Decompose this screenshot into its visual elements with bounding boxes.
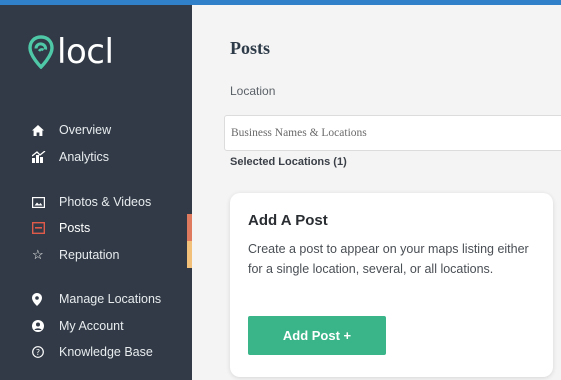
card-description: Create a post to appear on your maps lis… xyxy=(248,242,529,276)
page-title: Posts xyxy=(230,38,270,58)
brand-logo[interactable]: locl xyxy=(28,32,114,72)
sidebar-item-label: Analytics xyxy=(59,150,110,164)
sidebar-item-label: Posts xyxy=(59,221,91,235)
main-content: Posts Location Business Names & Location… xyxy=(192,5,561,380)
home-icon xyxy=(32,124,50,136)
sidebar-item-label: Photos & Videos xyxy=(59,195,152,209)
svg-text:?: ? xyxy=(36,348,40,357)
location-label: Location xyxy=(230,84,276,98)
sidebar: locl Overview Analytics Photos & Videos … xyxy=(0,5,192,380)
add-post-button[interactable]: Add Post + xyxy=(248,316,386,355)
sidebar-item-overview[interactable]: Overview xyxy=(32,123,111,137)
location-pin-icon xyxy=(32,292,50,306)
add-post-card: Add A Post Create a post to appear on yo… xyxy=(230,193,553,377)
sidebar-item-label: Manage Locations xyxy=(59,292,162,306)
sidebar-item-knowledge-base[interactable]: ? Knowledge Base xyxy=(32,345,153,359)
chart-icon xyxy=(32,151,50,163)
sidebar-item-label: Reputation xyxy=(59,248,120,262)
sidebar-item-label: My Account xyxy=(59,319,124,333)
user-icon xyxy=(32,320,50,332)
card-title: Add A Post xyxy=(248,212,328,229)
sidebar-item-reputation[interactable]: ☆ Reputation xyxy=(32,247,119,263)
locl-pin-icon xyxy=(28,35,54,69)
image-icon xyxy=(32,196,50,208)
sidebar-item-my-account[interactable]: My Account xyxy=(32,319,124,333)
star-icon: ☆ xyxy=(32,247,44,262)
location-search-input[interactable]: Business Names & Locations xyxy=(224,115,561,151)
sidebar-item-photos-videos[interactable]: Photos & Videos xyxy=(32,195,151,209)
sidebar-item-label: Knowledge Base xyxy=(59,345,153,359)
post-icon xyxy=(32,222,50,234)
sidebar-item-manage-locations[interactable]: Manage Locations xyxy=(32,292,161,306)
selected-locations-count: Selected Locations (1) xyxy=(230,156,347,168)
brand-name: locl xyxy=(57,32,114,72)
sidebar-item-analytics[interactable]: Analytics xyxy=(32,150,109,164)
sidebar-item-label: Overview xyxy=(59,123,112,137)
sidebar-item-posts[interactable]: Posts xyxy=(32,221,90,235)
question-icon: ? xyxy=(32,346,50,358)
